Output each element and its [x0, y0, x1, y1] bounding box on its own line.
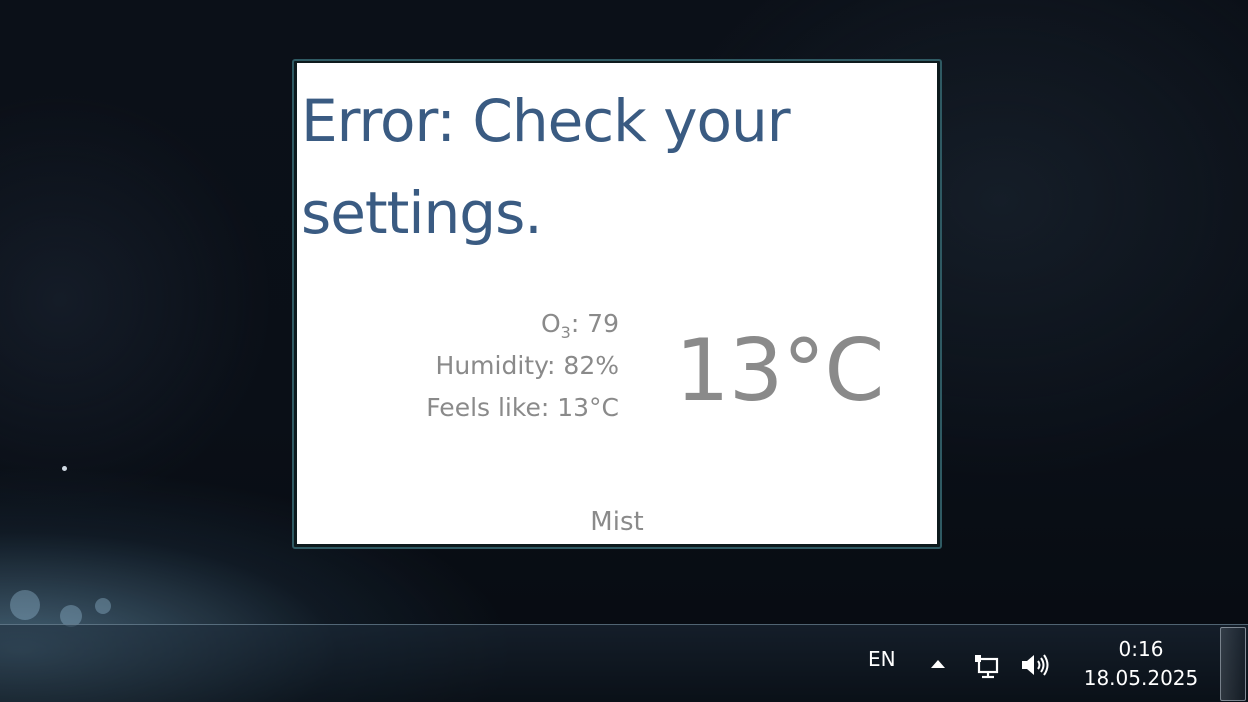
weather-condition: Mist [590, 507, 644, 537]
volume-icon[interactable] [1020, 651, 1052, 679]
weather-details: O3: 79 Humidity: 82% Feels like: 13°C [426, 303, 619, 429]
ozone-reading: O3: 79 [426, 303, 619, 345]
ozone-subscript: 3 [560, 323, 571, 342]
language-indicator[interactable]: EN [868, 647, 896, 671]
taskbar: EN 0:16 18.05.2025 [0, 624, 1248, 702]
network-icon[interactable] [972, 651, 1002, 681]
error-message: Error: Check your settings. [301, 87, 791, 247]
clock-date: 18.05.2025 [1083, 666, 1199, 690]
wallpaper-light-spot [62, 466, 67, 471]
current-temperature: 13°C [675, 321, 884, 421]
clock-time: 0:16 [1118, 637, 1164, 661]
ozone-label: O [540, 309, 561, 338]
show-desktop-button[interactable] [1220, 627, 1246, 701]
wallpaper-light-spot [95, 598, 111, 614]
wallpaper-light-spot [10, 590, 40, 620]
show-hidden-icons-arrow-icon[interactable] [931, 660, 945, 668]
feels-like-reading: Feels like: 13°C [426, 393, 619, 422]
system-clock[interactable]: 0:16 18.05.2025 [1078, 635, 1204, 693]
ozone-value: : 79 [570, 309, 619, 338]
humidity-reading: Humidity: 82% [435, 351, 619, 380]
weather-gadget[interactable]: Error: Check your settings. O3: 79 Humid… [292, 59, 942, 549]
weather-gadget-panel: Error: Check your settings. O3: 79 Humid… [297, 63, 937, 544]
